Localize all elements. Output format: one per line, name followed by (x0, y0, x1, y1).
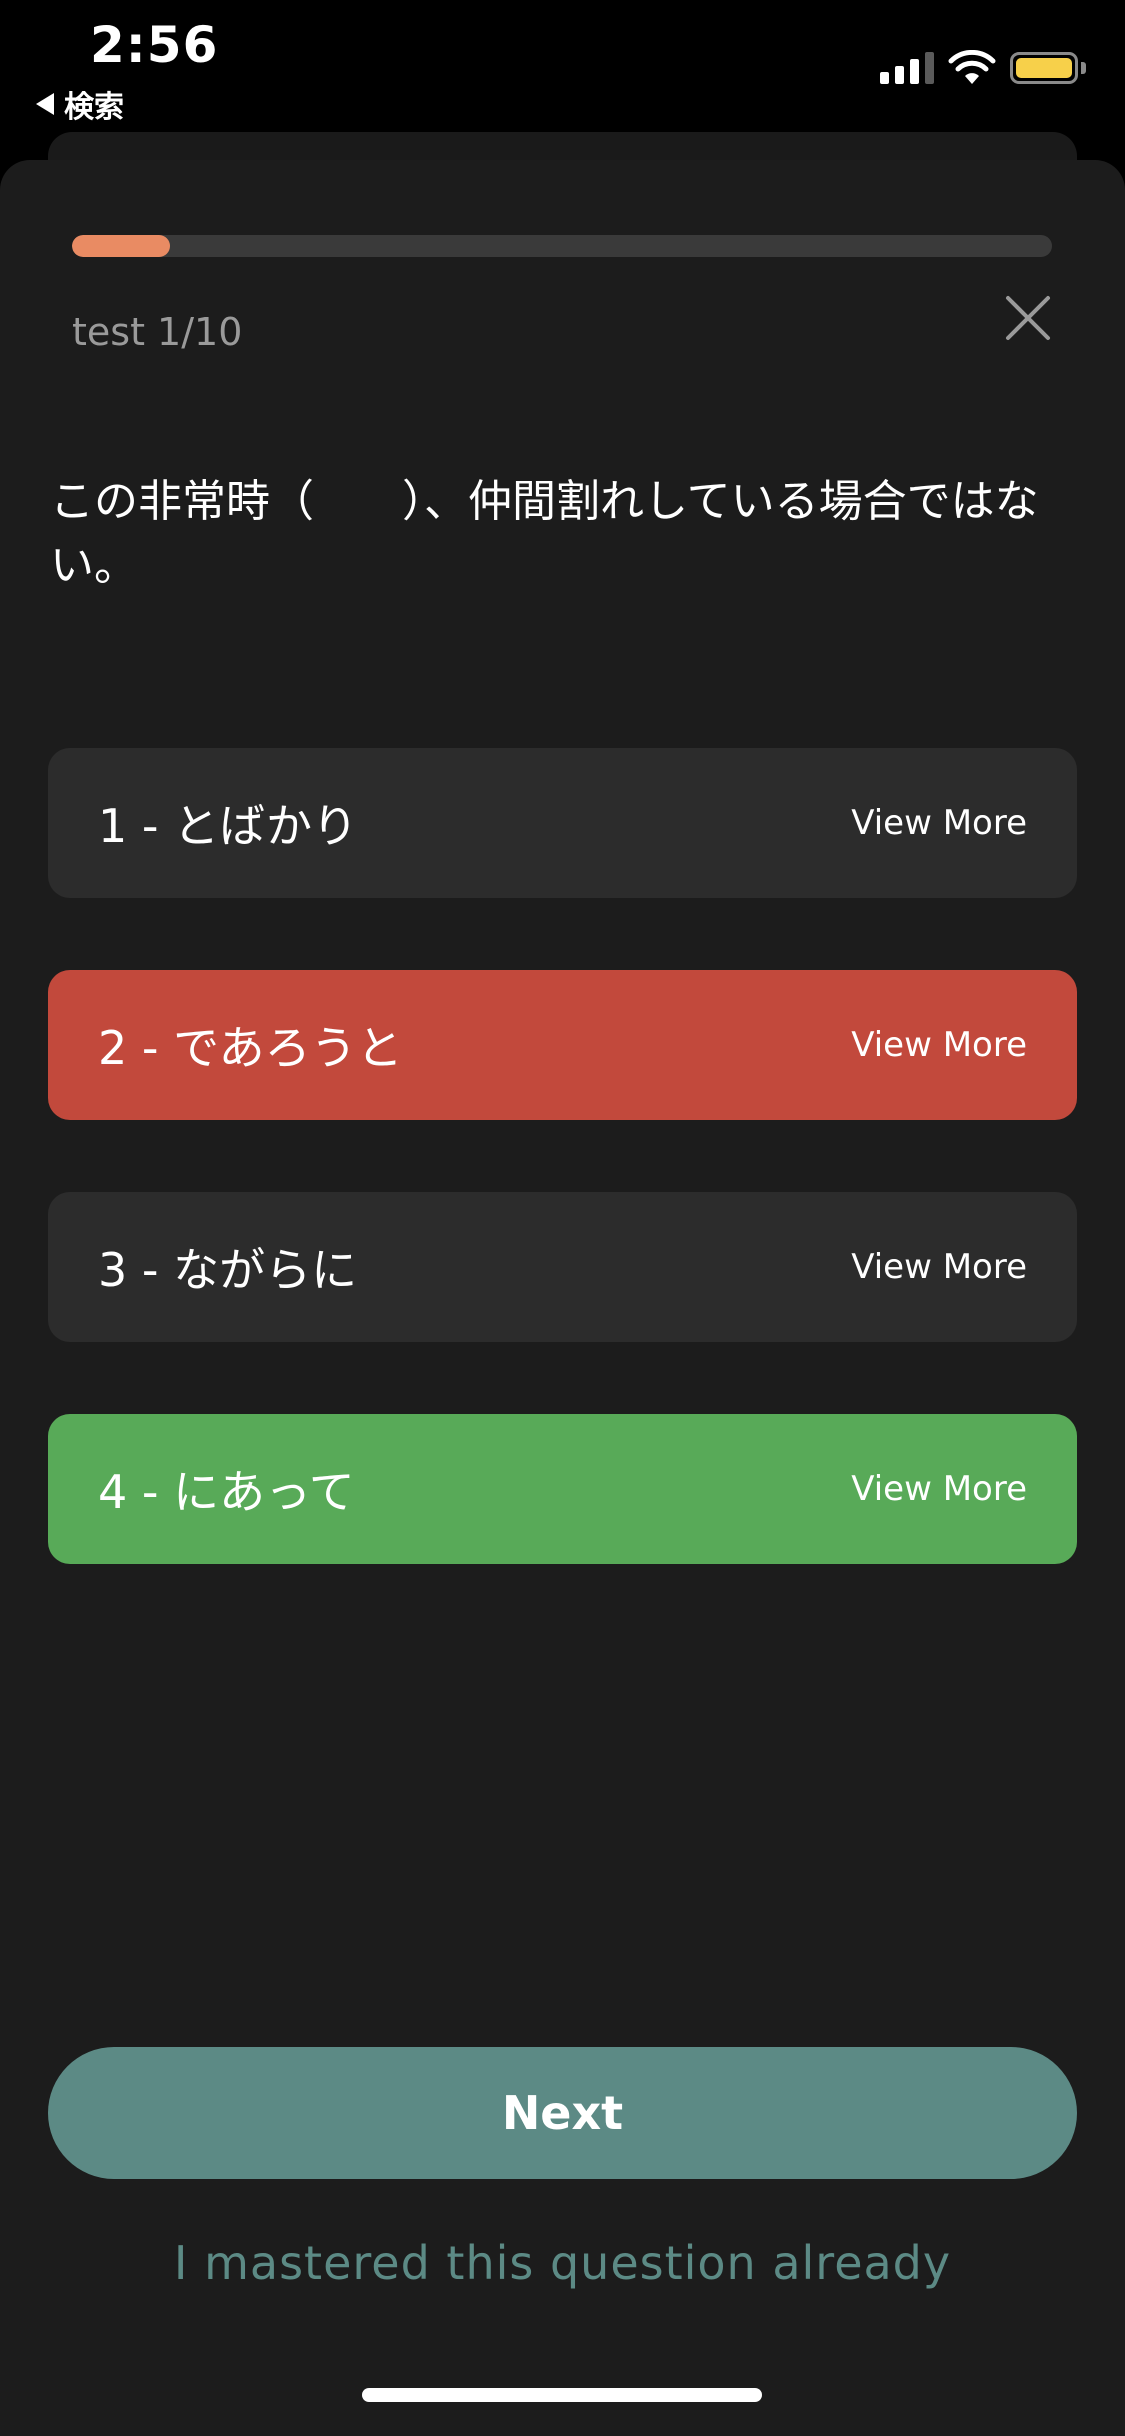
option-label: 1 - とばかり (98, 799, 359, 853)
battery-level (1016, 58, 1072, 78)
view-more-link[interactable]: View More (851, 803, 1027, 843)
status-bar: 2:56 検索 (0, 0, 1125, 135)
option-label: 3 - ながらに (98, 1243, 358, 1297)
cellular-signal-icon (880, 52, 934, 84)
battery-icon (1010, 52, 1078, 84)
answer-option-2[interactable]: 2 - であろうと View More (48, 970, 1077, 1120)
back-triangle-icon (36, 93, 54, 115)
progress-label: test 1/10 (72, 310, 243, 354)
option-label: 4 - にあって (98, 1465, 355, 1519)
view-more-link[interactable]: View More (851, 1025, 1027, 1065)
answer-option-3[interactable]: 3 - ながらに View More (48, 1192, 1077, 1342)
back-link-label: 検索 (64, 90, 124, 125)
wifi-icon (948, 50, 996, 84)
quiz-sheet: test 1/10 この非常時（ ）、仲間割れしている場合ではない。 1 - と… (0, 160, 1125, 2436)
question-text: この非常時（ ）、仲間割れしている場合ではない。 (50, 476, 1039, 591)
option-label: 2 - であろうと (98, 1021, 403, 1075)
next-button[interactable]: Next (48, 2047, 1077, 2179)
answer-option-1[interactable]: 1 - とばかり View More (48, 748, 1077, 898)
back-to-search-link[interactable]: 検索 (36, 82, 124, 126)
view-more-link[interactable]: View More (851, 1469, 1027, 1509)
progress-bar (72, 235, 1052, 257)
progress-fill (72, 235, 170, 257)
battery-tip (1081, 62, 1086, 74)
mastered-question-link[interactable]: I mastered this question already (0, 2236, 1125, 2290)
status-time: 2:56 (90, 16, 219, 74)
answer-option-4[interactable]: 4 - にあって View More (48, 1414, 1077, 1564)
close-icon[interactable] (1000, 290, 1056, 346)
view-more-link[interactable]: View More (851, 1247, 1027, 1287)
home-indicator[interactable] (362, 2388, 762, 2402)
